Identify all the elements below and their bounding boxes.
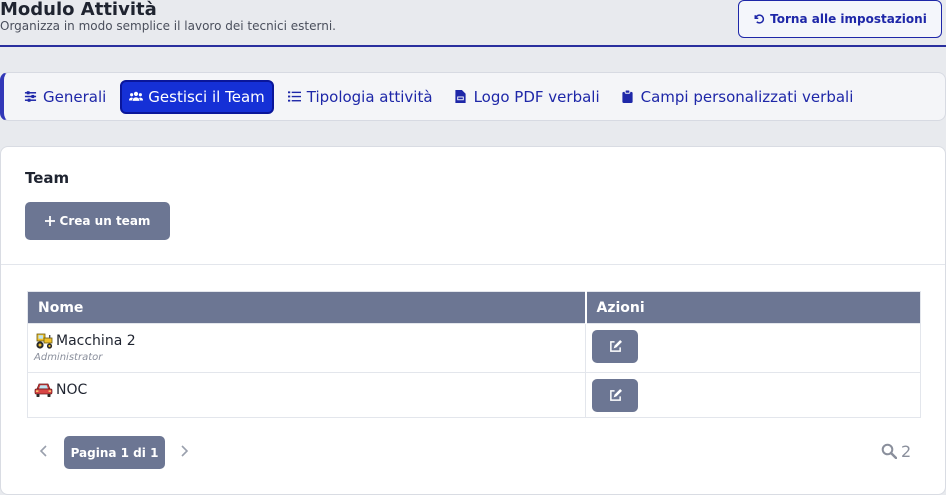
tab-tipologia-attivita[interactable]: Tipologia attività	[280, 80, 441, 114]
team-name: Macchina 2	[56, 333, 136, 349]
chevron-left-icon	[39, 445, 47, 457]
edit-icon	[609, 389, 622, 402]
create-team-button[interactable]: Crea un team	[25, 202, 170, 240]
search-icon	[881, 443, 897, 459]
file-pdf-icon	[454, 89, 469, 104]
chevron-right-icon	[181, 445, 189, 457]
team-name-cell: NOC	[27, 372, 586, 418]
tab-logo-pdf-verbali[interactable]: Logo PDF verbali	[447, 80, 608, 114]
back-button-label: Torna alle impostazioni	[770, 12, 927, 26]
plus-icon	[44, 216, 55, 226]
result-count: 2	[881, 440, 911, 462]
page-subtitle: Organizza in modo semplice il lavoro dei…	[0, 19, 336, 33]
edit-icon	[609, 340, 622, 353]
result-count-value: 2	[901, 441, 912, 461]
team-role: Administrator	[34, 352, 103, 363]
sliders-icon	[24, 90, 38, 104]
car-icon	[34, 382, 53, 398]
edit-team-button[interactable]	[592, 379, 638, 412]
tractor-icon	[34, 333, 53, 349]
page-indicator: Pagina 1 di 1	[64, 436, 165, 469]
undo-icon	[753, 13, 765, 25]
tab-label: Gestisci il Team	[148, 87, 265, 106]
table-row: Macchina 2 Administrator	[27, 323, 921, 373]
team-name: NOC	[56, 382, 88, 398]
table-row: NOC	[27, 372, 921, 418]
edit-team-button[interactable]	[592, 330, 638, 363]
clipboard-icon	[622, 89, 636, 104]
create-team-label: Crea un team	[59, 214, 151, 228]
team-name-cell: Macchina 2 Administrator	[27, 323, 586, 373]
tab-campi-personalizzati[interactable]: Campi personalizzati verbali	[614, 80, 862, 114]
actions-cell	[585, 372, 921, 418]
tab-label: Generali	[43, 87, 107, 106]
next-page-button[interactable]	[177, 442, 193, 460]
tab-generali[interactable]: Generali	[16, 80, 114, 114]
previous-page-button[interactable]	[35, 442, 51, 460]
back-to-settings-button[interactable]: Torna alle impostazioni	[738, 0, 942, 38]
users-icon	[129, 90, 144, 104]
team-table: Nome Azioni Macchina 2 Administrator NOC	[27, 291, 921, 418]
section-divider	[1, 264, 945, 265]
tab-label: Tipologia attività	[306, 87, 433, 106]
team-card: Team Crea un team Nome Azioni Macchina 2…	[0, 146, 946, 495]
tab-gestisci-team[interactable]: Gestisci il Team	[120, 79, 274, 114]
actions-cell	[585, 323, 921, 373]
team-section-title: Team	[25, 169, 70, 187]
list-icon	[287, 90, 302, 104]
tab-label: Logo PDF verbali	[473, 87, 600, 106]
column-header-nome: Nome	[27, 291, 587, 324]
column-header-azioni: Azioni	[585, 291, 921, 324]
page-header: Modulo Attività Organizza in modo sempli…	[0, 0, 946, 47]
settings-tabs: Generali Gestisci il Team Tipologia atti…	[0, 72, 946, 121]
tab-label: Campi personalizzati verbali	[640, 87, 854, 106]
